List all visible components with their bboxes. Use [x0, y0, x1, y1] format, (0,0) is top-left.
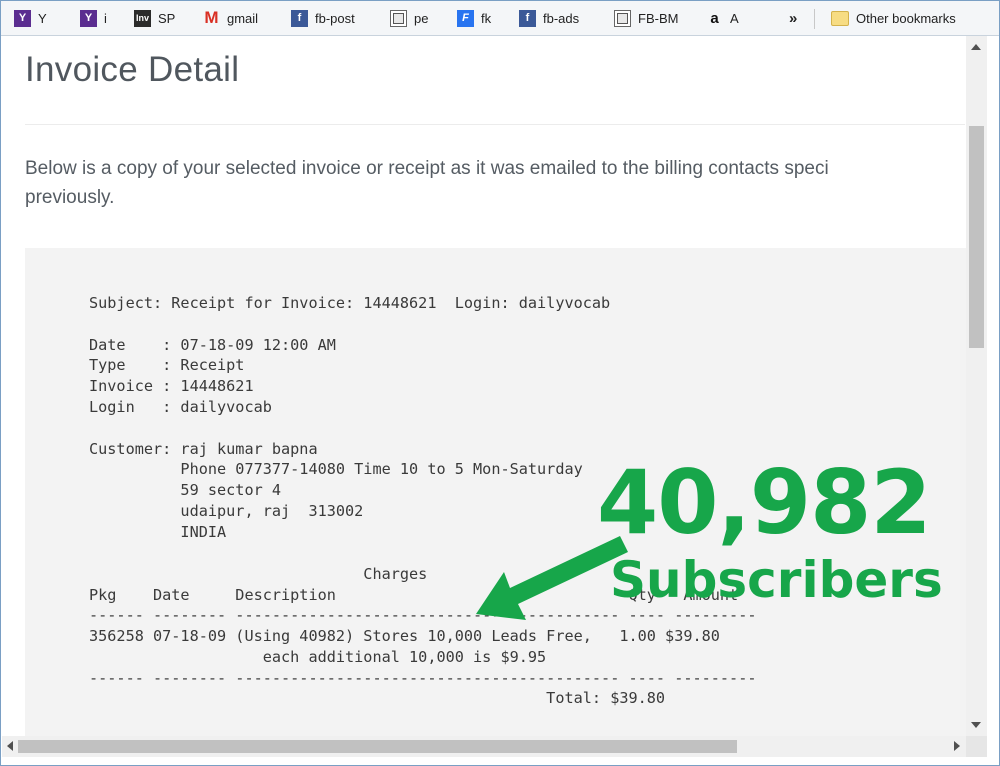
- bookmark-pe[interactable]: pe: [390, 9, 428, 27]
- bookmark-sp[interactable]: Inv SP: [134, 9, 175, 27]
- gmail-icon: M: [204, 8, 219, 27]
- scrollbar-corner: [966, 736, 987, 757]
- receipt-date: Date : 07-18-09 12:00 AM: [89, 336, 336, 354]
- receipt-type: Type : Receipt: [89, 356, 245, 374]
- bookmark-i[interactable]: Y i: [80, 9, 107, 27]
- bookmark-label: Y: [38, 10, 47, 26]
- charges-row-continuation: each additional 10,000 is $9.95: [89, 648, 547, 666]
- bookmark-gmail[interactable]: M gmail: [203, 8, 259, 27]
- intro-line-2: previously.: [25, 187, 115, 208]
- other-bookmarks-button[interactable]: Other bookmarks: [831, 9, 956, 27]
- charges-row: 356258 07-18-09 (Using 40982) Stores 10,…: [89, 627, 720, 645]
- bookmarks-separator: [814, 9, 815, 29]
- bookmark-label: SP: [158, 10, 176, 26]
- facebook-icon: f: [519, 9, 536, 27]
- bookmark-label: pe: [414, 10, 429, 26]
- subscriber-count: 40,982: [597, 451, 932, 554]
- bookmark-label: FB-BM: [638, 10, 679, 26]
- charges-heading: Charges: [89, 565, 428, 583]
- bookmark-fb-bm[interactable]: FB-BM: [614, 9, 678, 27]
- receipt-customer: Customer: raj kumar bapna: [89, 440, 318, 458]
- receipt-phone: Phone 077377-14080 Time 10 to 5 Mon-Satu…: [89, 460, 583, 478]
- scroll-right-icon[interactable]: [954, 741, 960, 751]
- scroll-down-icon[interactable]: [971, 722, 981, 728]
- vertical-scrollbar[interactable]: [966, 36, 987, 736]
- receipt-address-1: 59 sector 4: [89, 481, 282, 499]
- bookmark-a[interactable]: a A: [706, 9, 739, 27]
- bookmark-fk[interactable]: F fk: [457, 9, 491, 27]
- intro-text: Below is a copy of your selected invoice…: [25, 154, 966, 212]
- bookmark-label: gmail: [227, 10, 259, 26]
- bookmark-label: fk: [481, 10, 492, 26]
- page-title: Invoice Detail: [25, 50, 240, 89]
- bookmarks-bar: Y Y Y i Inv SP M gmail f fb-post pe F fk…: [1, 1, 999, 36]
- page-icon: [614, 9, 631, 27]
- horizontal-scrollbar[interactable]: [2, 736, 966, 757]
- other-bookmarks-label: Other bookmarks: [856, 10, 956, 26]
- bookmark-label: i: [104, 10, 107, 26]
- bookmark-y[interactable]: Y Y: [14, 9, 47, 27]
- bookmark-label: fb-post: [315, 10, 355, 26]
- charges-divider-bottom: ------ -------- ------------------------…: [89, 669, 757, 687]
- bookmark-fb-ads[interactable]: f fb-ads: [519, 9, 579, 27]
- subscriber-label: Subscribers: [610, 551, 943, 609]
- folder-icon: [831, 10, 849, 26]
- flipkart-icon: F: [457, 9, 474, 27]
- inv-icon: Inv: [134, 9, 151, 27]
- receipt-address-2: udaipur, raj 313002: [89, 502, 364, 520]
- yahoo-icon: Y: [14, 9, 31, 27]
- receipt-country: INDIA: [89, 523, 227, 541]
- title-divider: [25, 124, 965, 125]
- page-icon: [390, 9, 407, 27]
- bookmark-label: A: [730, 10, 739, 26]
- page-content: Invoice Detail Below is a copy of your s…: [2, 36, 966, 736]
- scroll-up-icon[interactable]: [971, 44, 981, 50]
- amazon-icon: a: [710, 9, 719, 27]
- bookmark-fb-post[interactable]: f fb-post: [291, 9, 355, 27]
- vertical-scroll-thumb[interactable]: [969, 126, 984, 348]
- bookmarks-overflow-button[interactable]: »: [789, 9, 797, 27]
- intro-line-1: Below is a copy of your selected invoice…: [25, 158, 829, 179]
- horizontal-scroll-thumb[interactable]: [18, 740, 737, 753]
- bookmark-label: fb-ads: [543, 10, 580, 26]
- facebook-icon: f: [291, 9, 308, 27]
- receipt-invoice: Invoice : 14448621: [89, 377, 254, 395]
- receipt-subject: Subject: Receipt for Invoice: 14448621 L…: [89, 294, 611, 312]
- scroll-left-icon[interactable]: [7, 741, 13, 751]
- charges-total: Total: $39.80: [89, 689, 666, 707]
- receipt-login: Login : dailyvocab: [89, 398, 272, 416]
- yahoo-icon: Y: [80, 9, 97, 27]
